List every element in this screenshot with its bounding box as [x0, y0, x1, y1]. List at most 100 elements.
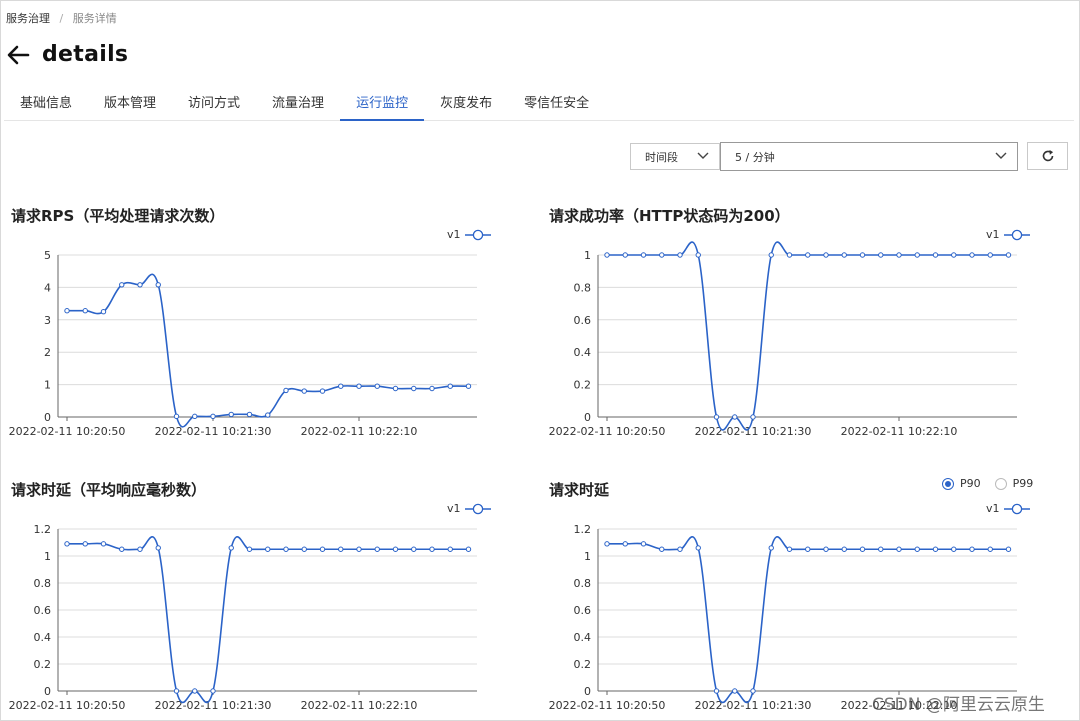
latency-legend-v1[interactable]: v1 — [986, 502, 1030, 515]
series-line-v1 — [606, 241, 1009, 431]
y-tick-label: 0 — [44, 411, 51, 424]
y-tick-label: 0.2 — [574, 379, 592, 392]
data-point — [732, 688, 738, 694]
radio-p99[interactable]: P99 — [994, 477, 1034, 490]
data-point — [283, 546, 289, 552]
data-point — [465, 546, 472, 552]
refresh-icon — [1042, 150, 1053, 162]
data-point — [210, 688, 216, 694]
data-point — [932, 252, 939, 258]
radio-p99-label: P99 — [1012, 477, 1034, 490]
tab-traffic-governance[interactable]: 流量治理 — [256, 90, 340, 120]
latency-line-chart: 0 0.2 0.4 0.6 0.8 1 1.2 2022-02-11 10:20:50 2022… — [549, 523, 1017, 712]
data-point — [447, 383, 453, 389]
data-point — [411, 385, 417, 392]
breadcrumb-root-link[interactable]: 服务治理 — [6, 12, 50, 25]
data-point — [878, 546, 884, 552]
data-point — [713, 688, 720, 694]
series-line-v1 — [66, 536, 469, 704]
y-tick-label: 1 — [44, 379, 51, 392]
data-point — [622, 252, 628, 258]
data-point — [246, 546, 253, 552]
y-tick-label: 0 — [44, 685, 51, 698]
data-point — [192, 688, 198, 694]
time-range-select[interactable]: 时间段 — [630, 143, 720, 170]
y-tick-label: 2 — [44, 346, 51, 359]
y-tick-label: 0.2 — [574, 658, 592, 671]
radio-unchecked-icon — [994, 477, 1007, 490]
x-tick-label: 2022-02-11 10:21:30 — [695, 699, 812, 712]
data-point — [640, 252, 647, 258]
refresh-button[interactable] — [1027, 142, 1068, 170]
legend-line-icon — [1003, 503, 1030, 514]
data-point — [228, 545, 234, 551]
y-tick-label: 0.6 — [574, 604, 592, 617]
data-point — [823, 546, 829, 552]
latency-avg-legend-label: v1 — [447, 502, 461, 515]
data-point — [805, 252, 811, 258]
radio-p90[interactable]: P90 — [942, 477, 981, 490]
success-legend-label: v1 — [986, 228, 1000, 241]
data-point — [173, 688, 180, 694]
data-point — [677, 546, 683, 552]
x-tick-label: 2022-02-11 10:22:10 — [841, 425, 958, 438]
data-point — [951, 546, 957, 552]
data-point — [732, 414, 738, 420]
y-tick-label: 1 — [584, 249, 591, 262]
data-point — [695, 545, 701, 551]
data-point — [1005, 252, 1012, 258]
x-tick-label: 2022-02-11 10:20:50 — [549, 699, 666, 712]
tab-zero-trust-security[interactable]: 零信任安全 — [508, 90, 605, 120]
success-legend-v1[interactable]: v1 — [986, 228, 1030, 241]
data-point — [447, 546, 453, 552]
x-tick-label: 2022-02-11 10:20:50 — [549, 425, 666, 438]
y-tick-label: 0.8 — [574, 281, 592, 294]
data-point — [841, 252, 847, 258]
x-tick-label: 2022-02-11 10:21:30 — [155, 425, 272, 438]
back-arrow-icon[interactable] — [6, 43, 30, 67]
y-tick-label: 0.6 — [574, 314, 592, 327]
y-tick-label: 4 — [44, 281, 51, 294]
tab-runtime-monitoring[interactable]: 运行监控 — [340, 90, 425, 121]
tab-bar: 基础信息 版本管理 访问方式 流量治理 运行监控 灰度发布 零信任安全 — [4, 90, 1074, 121]
y-tick-label: 0.8 — [34, 577, 52, 590]
x-tick-label: 2022-02-11 10:20:50 — [9, 699, 126, 712]
tab-canary-release[interactable]: 灰度发布 — [424, 90, 508, 120]
data-point — [119, 282, 125, 288]
y-tick-label: 0.8 — [574, 577, 592, 590]
rps-legend-v1[interactable]: v1 — [447, 228, 491, 241]
data-point — [805, 546, 811, 552]
series-line-v1 — [66, 273, 469, 428]
y-tick-label: 5 — [44, 249, 51, 262]
data-point — [604, 252, 610, 258]
y-tick-label: 1 — [584, 550, 591, 563]
data-point — [319, 388, 326, 394]
data-point — [969, 546, 975, 552]
data-point — [896, 546, 902, 552]
data-point — [768, 545, 774, 551]
y-tick-label: 1.2 — [34, 523, 52, 536]
data-point — [82, 308, 88, 314]
data-point — [100, 541, 107, 547]
rps-chart-title: 请求RPS（平均处理请求次数） — [11, 207, 225, 225]
tab-basic-info[interactable]: 基础信息 — [4, 90, 88, 120]
data-point — [173, 413, 180, 420]
breadcrumb-current: 服务详情 — [72, 12, 117, 25]
breadcrumb-separator: / — [59, 12, 64, 25]
y-tick-label: 0 — [584, 685, 591, 698]
data-point — [713, 414, 720, 420]
interval-select[interactable]: 5 / 分钟 — [720, 142, 1018, 171]
data-point — [301, 546, 307, 552]
data-point — [695, 252, 701, 258]
tab-version-management[interactable]: 版本管理 — [88, 90, 172, 120]
data-point — [987, 252, 993, 258]
y-tick-label: 0.4 — [574, 631, 592, 644]
tab-access-method[interactable]: 访问方式 — [172, 90, 256, 120]
data-point — [1005, 546, 1012, 552]
rps-line-chart: 0 1 2 3 4 5 2022-02-11 10:20:50 2022-02-11 10:2… — [9, 249, 477, 438]
latency-avg-legend-v1[interactable]: v1 — [447, 502, 491, 515]
page-header: details — [6, 42, 128, 67]
data-point — [374, 546, 380, 552]
latency-legend-label: v1 — [986, 502, 1000, 515]
data-point — [356, 546, 362, 552]
